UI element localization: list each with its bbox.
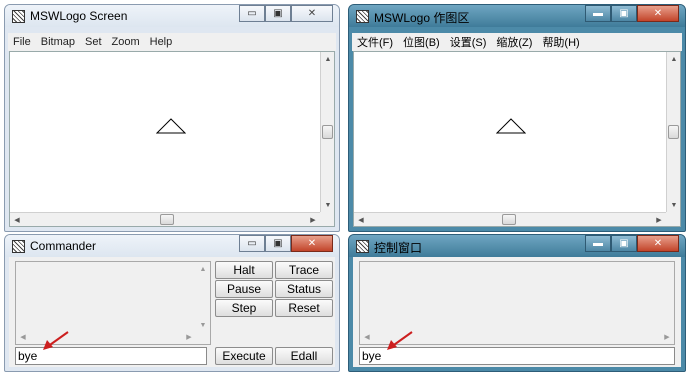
menu-zoom[interactable]: 缩放(Z) [491, 34, 537, 50]
execute-button[interactable]: Execute [215, 347, 273, 365]
right-screen-titlebar[interactable]: MSWLogo 作图区 ▬ ▣ ✕ [349, 5, 685, 27]
minimize-button[interactable]: ▬ [585, 5, 611, 22]
close-button[interactable]: ✕ [637, 5, 679, 22]
scroll-up-icon[interactable]: ▲ [321, 52, 335, 66]
scroll-up-icon[interactable]: ▲ [667, 52, 681, 66]
caption-buttons: ▭ ▣ ✕ [239, 5, 333, 23]
caption-buttons: ▭ ▣ ✕ [239, 235, 333, 253]
menu-bar: 文件(F) 位图(B) 设置(S) 缩放(Z) 帮助(H) [352, 33, 682, 51]
scroll-right-icon[interactable]: ▶ [182, 330, 196, 344]
menu-file[interactable]: File [8, 36, 36, 48]
maximize-button[interactable]: ▣ [611, 235, 637, 252]
menu-zoom[interactable]: Zoom [107, 36, 145, 48]
red-arrow-icon [387, 331, 413, 350]
window-title: MSWLogo Screen [30, 9, 128, 23]
right-screen-window: MSWLogo 作图区 ▬ ▣ ✕ 文件(F) 位图(B) 设置(S) 缩放(Z… [348, 4, 686, 232]
maximize-button[interactable]: ▣ [611, 5, 637, 22]
window-title: Commander [30, 239, 97, 253]
turtle-icon [496, 118, 526, 134]
reset-button[interactable]: Reset [275, 299, 333, 317]
scroll-left-icon[interactable]: ◀ [354, 213, 368, 227]
menu-bar: File Bitmap Set Zoom Help [8, 33, 336, 51]
menu-bitmap[interactable]: Bitmap [36, 36, 80, 48]
scroll-right-icon[interactable]: ▶ [306, 213, 320, 227]
commander-titlebar[interactable]: 控制窗口 ▬ ▣ ✕ [349, 235, 685, 257]
right-commander-window: 控制窗口 ▬ ▣ ✕ ◀ ▶ bye [348, 234, 686, 372]
scroll-thumb[interactable] [668, 125, 679, 139]
menu-file[interactable]: 文件(F) [352, 34, 398, 50]
scroll-right-icon[interactable]: ▶ [660, 330, 674, 344]
app-icon [12, 240, 25, 253]
horizontal-scrollbar[interactable]: ◀ ▶ [354, 212, 666, 226]
caption-buttons: ▬ ▣ ✕ [585, 5, 679, 23]
maximize-button[interactable]: ▣ [265, 235, 291, 252]
trace-button[interactable]: Trace [275, 261, 333, 279]
minimize-button[interactable]: ▭ [239, 5, 265, 22]
window-title: 控制窗口 [374, 241, 423, 255]
scroll-thumb[interactable] [160, 214, 174, 225]
scroll-down-icon[interactable]: ▼ [196, 318, 210, 332]
left-commander-window: Commander ▭ ▣ ✕ ▲ ▼ ◀ ▶ bye Halt Trace P… [4, 234, 340, 372]
app-icon [356, 10, 369, 23]
close-button[interactable]: ✕ [291, 235, 333, 252]
menu-bitmap[interactable]: 位图(B) [398, 34, 445, 50]
vertical-scrollbar[interactable]: ▲ ▼ [320, 52, 334, 212]
scroll-thumb[interactable] [502, 214, 516, 225]
vertical-scrollbar[interactable]: ▲ ▼ [666, 52, 680, 212]
drawing-canvas[interactable]: ▲ ▼ ◀ ▶ [353, 51, 681, 227]
scroll-left-icon[interactable]: ◀ [360, 330, 374, 344]
commander-titlebar[interactable]: Commander ▭ ▣ ✕ [5, 235, 339, 257]
app-icon [356, 240, 369, 253]
scroll-right-icon[interactable]: ▶ [652, 213, 666, 227]
minimize-button[interactable]: ▭ [239, 235, 265, 252]
close-button[interactable]: ✕ [637, 235, 679, 252]
step-button[interactable]: Step [215, 299, 273, 317]
drawing-canvas[interactable]: ▲ ▼ ◀ ▶ [9, 51, 335, 227]
close-button[interactable]: ✕ [291, 5, 333, 22]
scroll-left-icon[interactable]: ◀ [10, 213, 24, 227]
commander-body: ▲ ▼ ◀ ▶ bye Halt Trace Pause Status Step… [9, 257, 335, 367]
maximize-button[interactable]: ▣ [265, 5, 291, 22]
edall-button[interactable]: Edall [275, 347, 333, 365]
app-icon [12, 10, 25, 23]
halt-button[interactable]: Halt [215, 261, 273, 279]
commander-body: ◀ ▶ bye [353, 257, 681, 367]
window-title: MSWLogo 作图区 [374, 11, 470, 25]
turtle-icon [156, 118, 186, 134]
horizontal-scrollbar[interactable]: ◀ ▶ [10, 212, 320, 226]
scroll-thumb[interactable] [322, 125, 333, 139]
left-screen-window: MSWLogo Screen ▭ ▣ ✕ File Bitmap Set Zoo… [4, 4, 340, 232]
left-screen-titlebar[interactable]: MSWLogo Screen ▭ ▣ ✕ [5, 5, 339, 27]
menu-set[interactable]: 设置(S) [445, 34, 492, 50]
minimize-button[interactable]: ▬ [585, 235, 611, 252]
red-arrow-icon [43, 331, 69, 350]
pause-button[interactable]: Pause [215, 280, 273, 298]
scroll-corner [666, 212, 680, 226]
scroll-down-icon[interactable]: ▼ [321, 198, 335, 212]
caption-buttons: ▬ ▣ ✕ [585, 235, 679, 253]
scroll-down-icon[interactable]: ▼ [667, 198, 681, 212]
scroll-left-icon[interactable]: ◀ [16, 330, 30, 344]
menu-help[interactable]: 帮助(H) [537, 34, 584, 50]
scroll-up-icon[interactable]: ▲ [196, 262, 210, 276]
scroll-corner [320, 212, 334, 226]
menu-set[interactable]: Set [80, 36, 107, 48]
menu-help[interactable]: Help [145, 36, 178, 48]
status-button[interactable]: Status [275, 280, 333, 298]
